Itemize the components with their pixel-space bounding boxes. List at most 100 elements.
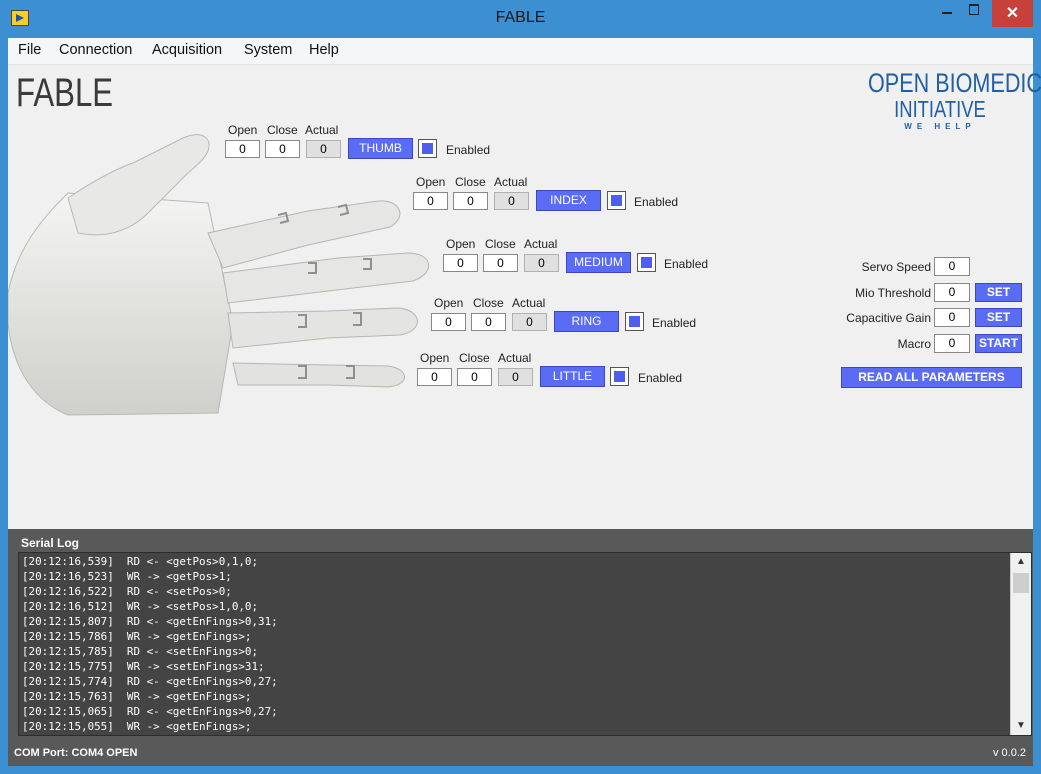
index-enabled-checkbox[interactable] bbox=[607, 191, 626, 210]
ring-close-input[interactable]: 0 bbox=[471, 313, 506, 331]
obi-logo-line2: INITIATIVE bbox=[894, 96, 986, 122]
menu-help[interactable]: Help bbox=[309, 42, 339, 58]
little-open-input[interactable]: 0 bbox=[417, 368, 452, 386]
read-all-parameters-button[interactable]: READ ALL PARAMETERS bbox=[841, 367, 1022, 388]
menu-system[interactable]: System bbox=[244, 42, 292, 58]
thumb-open-input[interactable]: 0 bbox=[225, 140, 260, 158]
menu-bar: File Connection Acquisition System Help bbox=[8, 38, 1033, 65]
thumb-actual-value: 0 bbox=[306, 140, 341, 158]
serial-log-title: Serial Log bbox=[21, 536, 80, 550]
macro-input[interactable]: 0 bbox=[934, 334, 970, 353]
menu-acquisition[interactable]: Acquisition bbox=[152, 42, 222, 58]
medium-actual-value: 0 bbox=[524, 254, 559, 272]
macro-label: Macro bbox=[897, 337, 931, 351]
thumb-enabled-checkbox[interactable] bbox=[418, 139, 437, 158]
log-line: [20:12:15,775] WR -> <setEnFings>31; bbox=[22, 660, 265, 673]
obi-logo: OPEN BIOMEDICAL INITIATIVE WE HELP bbox=[850, 68, 1041, 131]
window-title: FABLE bbox=[495, 9, 546, 26]
log-line: [20:12:16,523] WR -> <getPos>1; bbox=[22, 570, 232, 583]
little-close-input[interactable]: 0 bbox=[457, 368, 492, 386]
little-button[interactable]: LITTLE bbox=[540, 366, 605, 387]
log-line: [20:12:15,055] WR -> <getEnFings>; bbox=[22, 720, 252, 733]
log-line: [20:12:16,539] RD <- <getPos>0,1,0; bbox=[22, 555, 259, 568]
com-port-status: COM Port: COM4 OPEN bbox=[14, 747, 138, 759]
actual-label: Actual bbox=[305, 123, 339, 137]
servo-speed-label: Servo Speed bbox=[861, 260, 931, 274]
capacitive-gain-input[interactable]: 0 bbox=[934, 308, 970, 327]
serial-log-panel: Serial Log [20:12:16,539] RD <- <getPos>… bbox=[8, 529, 1033, 741]
title-bar: FABLE ✕ bbox=[0, 0, 1041, 38]
close-label: Close bbox=[485, 237, 516, 251]
obi-logo-tagline: WE HELP bbox=[904, 122, 976, 131]
open-label: Open bbox=[434, 296, 464, 310]
log-line: [20:12:16,522] RD <- <setPos>0; bbox=[22, 585, 232, 598]
scroll-down-icon[interactable]: ▼ bbox=[1015, 720, 1027, 732]
minimize-icon[interactable] bbox=[934, 0, 960, 20]
status-bar: COM Port: COM4 OPEN v 0.0.2 bbox=[8, 741, 1033, 766]
version-label: v 0.0.2 bbox=[992, 747, 1026, 759]
log-line: [20:12:15,065] RD <- <getEnFings>0,27; bbox=[22, 705, 278, 718]
enabled-label: Enabled bbox=[446, 143, 491, 157]
obi-logo-line1: OPEN BIOMEDICAL bbox=[868, 68, 1041, 98]
little-actual-value: 0 bbox=[498, 368, 533, 386]
menu-connection[interactable]: Connection bbox=[59, 42, 132, 58]
enabled-label: Enabled bbox=[652, 316, 697, 330]
mio-threshold-set-button[interactable]: SET bbox=[975, 283, 1022, 302]
log-line: [20:12:15,786] WR -> <getEnFings>; bbox=[22, 630, 252, 643]
thumb-close-input[interactable]: 0 bbox=[265, 140, 300, 158]
menu-file[interactable]: File bbox=[18, 42, 41, 58]
capacitive-gain-set-button[interactable]: SET bbox=[975, 308, 1022, 327]
close-button[interactable]: ✕ bbox=[992, 0, 1033, 27]
ring-enabled-checkbox[interactable] bbox=[625, 312, 644, 331]
medium-open-input[interactable]: 0 bbox=[443, 254, 478, 272]
fable-logo: FABLE bbox=[16, 71, 114, 115]
actual-label: Actual bbox=[498, 351, 532, 365]
actual-label: Actual bbox=[512, 296, 546, 310]
finger-row-medium: Open Close Actual 0 0 0 MEDIUM Enabled bbox=[443, 237, 723, 285]
index-actual-value: 0 bbox=[494, 192, 529, 210]
scroll-thumb[interactable] bbox=[1013, 573, 1029, 593]
log-line: [20:12:15,774] RD <- <getEnFings>0,27; bbox=[22, 675, 278, 688]
maximize-icon[interactable] bbox=[961, 0, 987, 20]
capacitive-gain-label: Capacitive Gain bbox=[846, 311, 931, 325]
medium-close-input[interactable]: 0 bbox=[483, 254, 518, 272]
enabled-label: Enabled bbox=[634, 195, 679, 209]
close-label: Close bbox=[459, 351, 490, 365]
open-label: Open bbox=[416, 175, 446, 189]
index-button[interactable]: INDEX bbox=[536, 190, 601, 211]
actual-label: Actual bbox=[494, 175, 528, 189]
mio-threshold-input[interactable]: 0 bbox=[934, 283, 970, 302]
open-label: Open bbox=[228, 123, 258, 137]
log-scrollbar[interactable]: ▲ ▼ bbox=[1010, 553, 1031, 735]
log-line: [20:12:15,807] RD <- <getEnFings>0,31; bbox=[22, 615, 278, 628]
servo-speed-input[interactable]: 0 bbox=[934, 257, 970, 276]
medium-enabled-checkbox[interactable] bbox=[637, 253, 656, 272]
finger-row-little: Open Close Actual 0 0 0 LITTLE Enabled bbox=[417, 351, 697, 399]
ring-open-input[interactable]: 0 bbox=[431, 313, 466, 331]
close-label: Close bbox=[473, 296, 504, 310]
main-panel: FABLE OPEN BIOMEDICAL INITIATIVE WE HELP bbox=[8, 65, 1041, 529]
mio-threshold-label: Mio Threshold bbox=[855, 286, 931, 300]
open-label: Open bbox=[446, 237, 476, 251]
log-line: [20:12:15,785] RD <- <setEnFings>0; bbox=[22, 645, 259, 658]
finger-row-thumb: Open Close Actual 0 0 0 THUMB Enabled bbox=[225, 123, 505, 171]
macro-start-button[interactable]: START bbox=[975, 334, 1022, 353]
enabled-label: Enabled bbox=[664, 257, 709, 271]
scroll-up-icon[interactable]: ▲ bbox=[1015, 556, 1027, 568]
ring-button[interactable]: RING bbox=[554, 311, 619, 332]
finger-row-index: Open Close Actual 0 0 0 INDEX Enabled bbox=[413, 175, 693, 223]
index-close-input[interactable]: 0 bbox=[453, 192, 488, 210]
finger-row-ring: Open Close Actual 0 0 0 RING Enabled bbox=[431, 296, 711, 344]
open-label: Open bbox=[420, 351, 450, 365]
log-line: [20:12:16,512] WR -> <setPos>1,0,0; bbox=[22, 600, 259, 613]
log-line: [20:12:15,763] WR -> <getEnFings>; bbox=[22, 690, 252, 703]
index-open-input[interactable]: 0 bbox=[413, 192, 448, 210]
close-label: Close bbox=[455, 175, 486, 189]
little-enabled-checkbox[interactable] bbox=[610, 367, 629, 386]
thumb-button[interactable]: THUMB bbox=[348, 138, 413, 159]
medium-button[interactable]: MEDIUM bbox=[566, 252, 631, 273]
app-window: FABLE ✕ File Connection Acquisition Syst… bbox=[0, 0, 1041, 774]
close-label: Close bbox=[267, 123, 298, 137]
actual-label: Actual bbox=[524, 237, 558, 251]
serial-log-textbox[interactable]: [20:12:16,539] RD <- <getPos>0,1,0; [20:… bbox=[18, 552, 1032, 736]
